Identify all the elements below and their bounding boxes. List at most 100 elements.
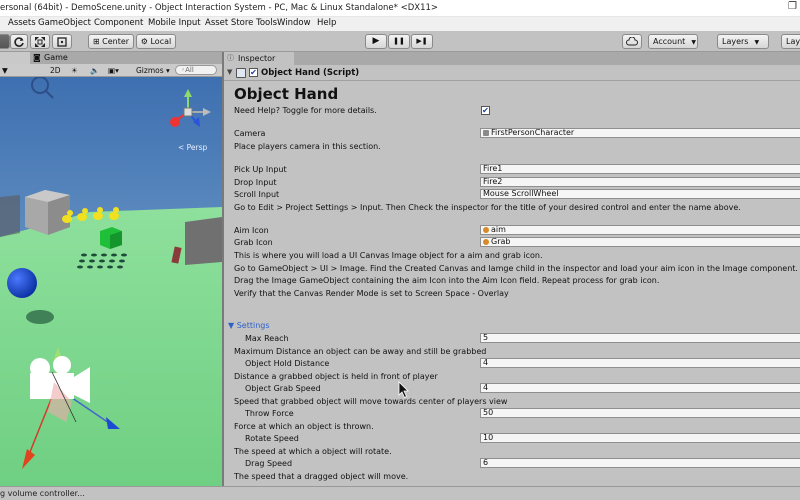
grab-speed-label: Object Grab Speed	[245, 384, 321, 393]
max-reach-label: Max Reach	[245, 334, 289, 343]
throw-force-field[interactable]: 50	[480, 408, 800, 418]
max-reach-help: Maximum Distance an object can be away a…	[234, 347, 487, 356]
grab-icon-value: Grab	[491, 237, 511, 246]
max-reach-field[interactable]: 5	[480, 333, 800, 343]
menu-window[interactable]: Window	[277, 18, 311, 28]
drop-input-label: Drop Input	[234, 178, 277, 187]
grab-icon-field[interactable]: Grab	[480, 237, 800, 247]
settings-foldout[interactable]: ▼ Settings	[228, 321, 270, 330]
scene-tab-strip: ◙ Game	[0, 52, 222, 64]
layers-dropdown[interactable]: Layers ▼	[717, 34, 769, 49]
chevron-down-icon: ▼	[754, 39, 760, 46]
foldout-arrow-icon[interactable]: ▼	[227, 68, 232, 76]
blue-ball	[7, 268, 37, 298]
menu-gameobject[interactable]: GameObject	[38, 18, 91, 28]
hold-distance-help: Distance a grabbed object is held in fro…	[234, 372, 438, 381]
rotate-speed-field[interactable]: 10	[480, 433, 800, 443]
icon-help-4: Verify that the Canvas Render Mode is se…	[234, 289, 509, 298]
component-name: Object Hand (Script)	[261, 68, 360, 78]
lighting-toggle-icon[interactable]: ☀	[71, 65, 78, 76]
aim-icon-field[interactable]: aim	[480, 225, 800, 235]
scroll-input-label: Scroll Input	[234, 190, 280, 199]
space-label: Local	[150, 37, 172, 46]
drag-speed-help: The speed that a dragged object will mov…	[234, 472, 409, 481]
aim-icon-label: Aim Icon	[234, 226, 269, 235]
camera-help: Place players camera in this section.	[234, 142, 381, 151]
rect-tool-button[interactable]	[52, 34, 72, 49]
chevron-down-icon: ▼	[691, 39, 696, 46]
pause-button[interactable]: ❚❚	[388, 34, 410, 49]
mode-2d-toggle[interactable]: 2D	[50, 65, 61, 76]
menu-mobile-input[interactable]: Mobile Input	[148, 18, 201, 28]
drag-speed-label: Drag Speed	[245, 459, 293, 468]
grab-speed-help: Speed that grabbed object will move towa…	[234, 397, 508, 406]
hold-distance-label: Object Hold Distance	[245, 359, 330, 368]
icon-help-1: This is where you will load a UI Canvas …	[234, 251, 543, 260]
camera-value: FirstPersonCharacter	[491, 128, 575, 137]
gizmos-label: Gizmos	[136, 66, 164, 75]
account-dropdown[interactable]: Account ▼	[648, 34, 698, 49]
icon-help-2: Go to GameObject > UI > Image. Find the …	[234, 264, 798, 273]
scale-icon	[35, 37, 45, 47]
help-toggle-checkbox[interactable]: ✔	[481, 106, 490, 115]
component-header[interactable]: ▼ ✔ Object Hand (Script)	[224, 66, 800, 81]
account-label: Account	[653, 37, 686, 46]
window-title: ersonal (64bit) - DemoScene.unity - Obje…	[0, 3, 439, 13]
play-button[interactable]: ▶	[365, 34, 387, 49]
inspector-heading: Object Hand	[234, 85, 339, 103]
persp-label[interactable]: < Persp	[178, 143, 207, 152]
aim-icon-value: aim	[491, 225, 506, 234]
pickup-input-field[interactable]: Fire1	[480, 164, 800, 174]
scene-search-input[interactable]: ◦All	[175, 65, 217, 75]
rotate-tool-button[interactable]	[10, 34, 28, 49]
local-space-icon: ⚙	[140, 37, 148, 46]
layout-dropdown[interactable]: Lay	[781, 34, 800, 49]
scene-viewport[interactable]: < Persp	[0, 77, 222, 486]
wall	[185, 217, 222, 265]
collab-cloud-button[interactable]	[622, 34, 642, 49]
menu-help[interactable]: Help	[317, 18, 336, 28]
space-toggle-button[interactable]: ⚙ Local	[136, 34, 176, 49]
drop-input-field[interactable]: Fire2	[480, 177, 800, 187]
hold-distance-field[interactable]: 4	[480, 358, 800, 368]
orientation-gizmo[interactable]	[163, 87, 213, 137]
camera-field[interactable]: FirstPersonCharacter	[480, 128, 800, 138]
shading-mode-dropdown[interactable]: ▼	[2, 65, 8, 76]
scroll-input-field[interactable]: Mouse ScrollWheel	[480, 189, 800, 199]
mouse-cursor-icon	[398, 381, 409, 399]
window-title-bar: ersonal (64bit) - DemoScene.unity - Obje…	[0, 0, 800, 17]
inspector-panel: Inspector ▼ ✔ Object Hand (Script) Objec…	[224, 52, 800, 486]
throw-force-label: Throw Force	[245, 409, 294, 418]
step-button[interactable]: ▶❚	[411, 34, 433, 49]
component-enabled-checkbox[interactable]: ✔	[249, 68, 258, 77]
tab-scene[interactable]	[0, 52, 30, 64]
effects-dropdown-icon[interactable]: ▣▾	[108, 65, 119, 76]
menu-assets[interactable]: Assets	[8, 18, 36, 28]
grab-icon-label: Grab Icon	[234, 238, 273, 247]
inspector-tab-strip: Inspector	[224, 52, 800, 65]
move-tool-button[interactable]	[0, 34, 10, 49]
scale-tool-button[interactable]	[30, 34, 50, 49]
status-text: g volume controller...	[0, 489, 85, 498]
gameobject-icon	[483, 227, 489, 233]
drag-speed-field[interactable]: 6	[480, 458, 800, 468]
menu-asset-store-tools[interactable]: Asset Store Tools	[205, 18, 277, 28]
restore-window-icon[interactable]: ❐	[788, 1, 797, 12]
tab-game[interactable]: ◙ Game	[30, 52, 80, 64]
cloud-icon	[626, 36, 638, 46]
menu-bar: Assets GameObject Component Mobile Input…	[0, 17, 800, 31]
game-icon: ◙	[33, 53, 41, 62]
menu-component[interactable]: Component	[94, 18, 143, 28]
pivot-toggle-button[interactable]: ⊞ Center	[88, 34, 134, 49]
help-toggle-label: Need Help? Toggle for more details.	[234, 106, 377, 115]
pivot-label: Center	[102, 37, 130, 46]
scene-graphics	[0, 77, 222, 486]
tab-game-label: Game	[44, 53, 68, 62]
audio-toggle-icon[interactable]: 🔈	[90, 65, 99, 76]
script-icon	[236, 68, 246, 78]
pivot-icon: ⊞	[92, 37, 100, 46]
main-toolbar: ⊞ Center ⚙ Local ▶ ❚❚ ▶❚ Account ▼ Layers…	[0, 31, 800, 52]
tab-inspector[interactable]: Inspector	[224, 52, 294, 65]
gizmos-dropdown[interactable]: Gizmos ▾	[136, 65, 170, 76]
grab-speed-field[interactable]: 4	[480, 383, 800, 393]
